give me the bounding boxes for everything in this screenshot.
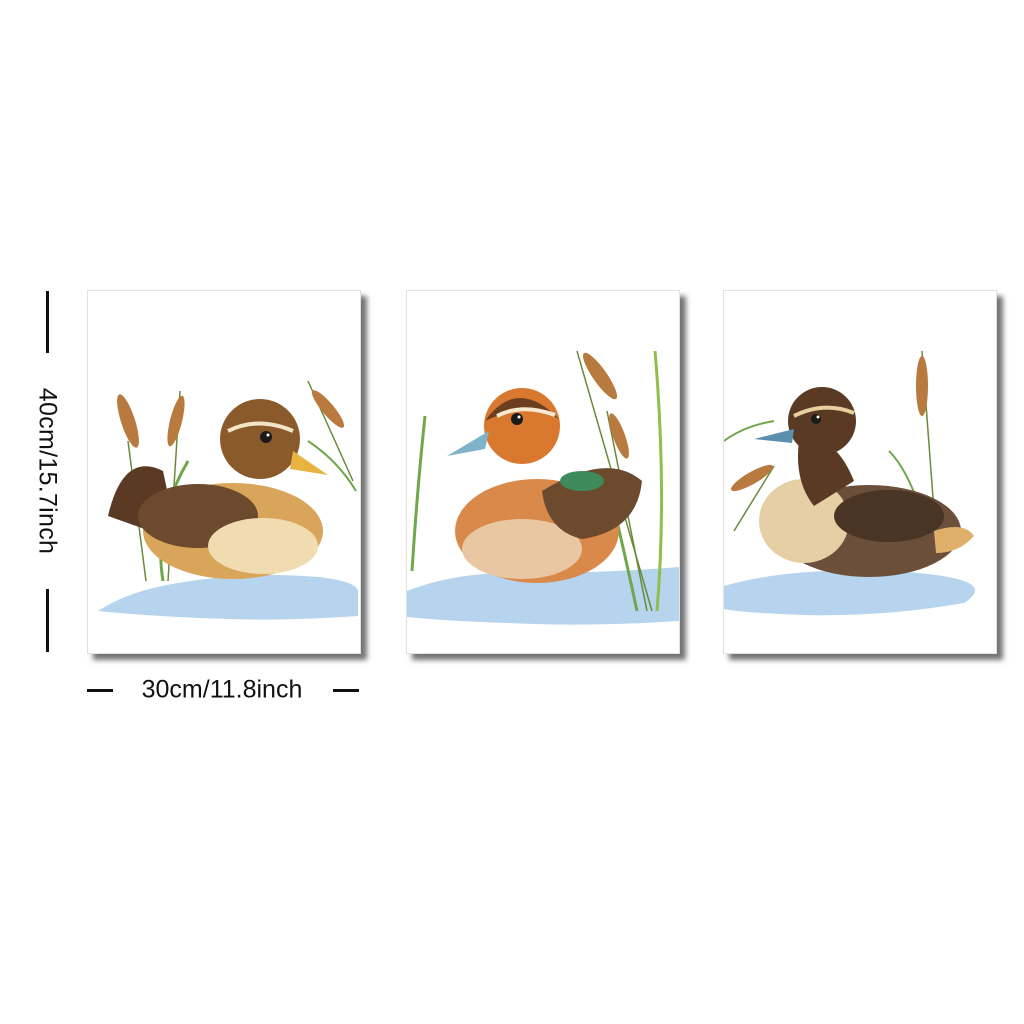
duck-bill — [447, 431, 489, 456]
reed-blade — [410, 415, 427, 572]
reed-blade — [307, 440, 357, 492]
duck-head — [220, 399, 300, 479]
height-dimension-line-bottom — [46, 589, 49, 652]
cattail-head — [167, 395, 185, 447]
height-dimension-line-top — [46, 291, 49, 353]
duckling-painting — [98, 380, 358, 620]
duck-eye — [511, 413, 523, 425]
cattail-head — [916, 356, 928, 416]
canvas-panel-right — [723, 290, 997, 654]
brown-duck-painting — [724, 350, 975, 616]
duck-eye — [811, 414, 821, 424]
width-dimension-line-left — [87, 689, 113, 692]
water-wash — [98, 575, 358, 620]
duck-tail — [934, 527, 974, 553]
duck-eye — [260, 431, 272, 443]
canvas-panel-center — [406, 290, 680, 654]
water-wash — [724, 570, 975, 616]
duck-bill — [754, 429, 794, 443]
duck-head — [788, 387, 856, 455]
duck-bill — [290, 451, 328, 475]
width-dimension-line-right — [333, 689, 359, 692]
cattail-head — [609, 413, 629, 459]
height-dimension-label: 40cm/15.7inch — [33, 387, 62, 555]
cattail-head — [731, 464, 773, 492]
duck-wing — [834, 490, 944, 542]
duck-blue-bill-painting — [407, 350, 679, 625]
width-dimension-label: 30cm/11.8inch — [141, 675, 303, 704]
wing-speculum — [560, 471, 604, 491]
canvas-panel-left — [87, 290, 361, 654]
duck-belly — [208, 518, 318, 574]
